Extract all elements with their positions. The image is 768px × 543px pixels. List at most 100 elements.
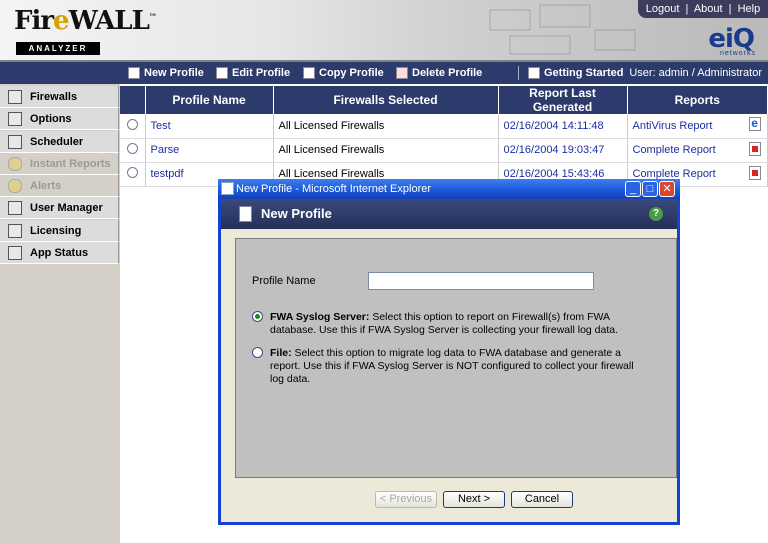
eiq-brand-subtitle: networks: [719, 50, 756, 57]
logo-text-1: Fir: [14, 6, 54, 36]
next-button[interactable]: Next >: [443, 491, 505, 508]
fwa-syslog-option[interactable]: FWA Syslog Server: Select this option to…: [252, 311, 652, 339]
report-generated-link[interactable]: 02/16/2004 19:03:47: [498, 138, 628, 163]
dialog-header: New Profile ?: [221, 199, 677, 229]
sidebar-item-label: Scheduler: [30, 135, 84, 148]
table-header-row: Profile Name Firewalls Selected Report L…: [120, 86, 768, 114]
dialog-title: New Profile: [261, 206, 332, 221]
profile-name-input[interactable]: [368, 272, 594, 290]
dialog-window-title: New Profile - Microsoft Internet Explore…: [236, 183, 432, 195]
select-column-header: [120, 86, 146, 114]
firewall-icon: [8, 89, 22, 104]
new-document-icon: [128, 67, 140, 79]
about-link[interactable]: About: [694, 3, 723, 15]
firewalls-selected: All Licensed Firewalls: [273, 138, 499, 163]
column-header: Profile Name: [145, 86, 274, 114]
logo-subtitle: ANALYZER: [16, 42, 100, 55]
row-select-radio[interactable]: [126, 118, 138, 130]
pdf-report-icon[interactable]: [749, 165, 762, 180]
maximize-button[interactable]: □: [642, 181, 658, 197]
table-row: Parse All Licensed Firewalls 02/16/2004 …: [120, 138, 768, 163]
keyboard-graphic-icon: [489, 4, 636, 55]
file-option[interactable]: File: Select this option to migrate log …: [252, 347, 652, 385]
options-icon: [8, 111, 22, 126]
fwa-syslog-option-title: FWA Syslog Server:: [270, 311, 370, 323]
sidebar-item-app-status[interactable]: App Status: [0, 242, 119, 264]
profile-name-label: Profile Name: [252, 275, 316, 287]
column-header: Report Last Generated: [498, 86, 628, 114]
getting-started-label: Getting Started: [544, 67, 624, 79]
firewalls-selected: All Licensed Firewalls: [273, 114, 499, 139]
sidebar-item-firewalls[interactable]: Firewalls: [0, 86, 119, 108]
key-icon: [8, 223, 22, 238]
logo-text-e: e: [53, 6, 70, 36]
sidebar-item-label: App Status: [30, 246, 89, 259]
copy-icon: [303, 67, 315, 79]
ie-window-icon: [221, 182, 234, 195]
file-option-title: File:: [270, 347, 292, 359]
sidebar-item-alerts: Alerts: [0, 175, 119, 197]
bell-icon: [8, 178, 22, 193]
sidebar-item-scheduler[interactable]: Scheduler: [0, 131, 119, 153]
user-info: User: admin / Administrator: [629, 67, 762, 79]
copy-profile-button[interactable]: Copy Profile: [303, 66, 384, 80]
ie-report-icon[interactable]: [749, 116, 762, 132]
report-link[interactable]: Complete Report: [627, 138, 744, 163]
close-button[interactable]: ✕: [659, 181, 675, 197]
logout-link[interactable]: Logout: [646, 3, 680, 15]
sidebar-item-label: Licensing: [30, 224, 82, 237]
document-icon: [239, 206, 252, 222]
row-select-radio[interactable]: [126, 167, 138, 178]
edit-icon: [216, 67, 228, 79]
sidebar-item-label: Instant Reports: [30, 157, 111, 170]
column-header: Firewalls Selected: [273, 86, 499, 114]
pdf-report-icon[interactable]: [749, 141, 762, 156]
report-generated-link[interactable]: 02/16/2004 14:11:48: [498, 114, 628, 139]
new-profile-button[interactable]: New Profile: [128, 66, 204, 80]
profile-name-link[interactable]: Test: [145, 114, 274, 139]
sidebar-item-label: Options: [30, 112, 72, 125]
sidebar-item-options[interactable]: Options: [0, 108, 119, 130]
edit-profile-label: Edit Profile: [232, 67, 291, 79]
top-links: Logout | About | Help: [638, 0, 768, 18]
row-select-radio[interactable]: [126, 143, 138, 154]
report-link[interactable]: AntiVirus Report: [627, 114, 744, 139]
sidebar-item-label: User Manager: [30, 201, 103, 214]
fwa-syslog-radio[interactable]: [252, 311, 263, 322]
delete-profile-label: Delete Profile: [412, 67, 483, 79]
sidebar-item-licensing[interactable]: Licensing: [0, 220, 119, 242]
link-separator: |: [728, 3, 732, 15]
scheduler-icon: [8, 134, 22, 149]
column-header: Reports: [627, 86, 768, 114]
instant-reports-icon: [8, 156, 22, 171]
table-row: Test All Licensed Firewalls 02/16/2004 1…: [120, 114, 768, 139]
link-separator: |: [685, 3, 689, 15]
help-icon[interactable]: ?: [649, 207, 663, 221]
sidebar-item-label: Alerts: [30, 179, 62, 192]
profiles-table: Profile Name Firewalls Selected Report L…: [120, 86, 768, 187]
copy-profile-label: Copy Profile: [319, 67, 384, 79]
firewall-analyzer-logo: FireWALL™ ANALYZER: [14, 6, 157, 58]
delete-profile-button[interactable]: Delete Profile: [396, 66, 482, 80]
getting-started-icon: [528, 67, 540, 79]
help-link[interactable]: Help: [738, 3, 761, 15]
new-profile-dialog: New Profile - Microsoft Internet Explore…: [218, 179, 680, 525]
sidebar-item-instant-reports: Instant Reports: [0, 153, 119, 175]
cancel-button[interactable]: Cancel: [511, 491, 573, 508]
sidebar-item-user-manager[interactable]: User Manager: [0, 197, 119, 219]
sidebar: Firewalls Options Scheduler Instant Repo…: [0, 84, 120, 543]
sidebar-item-label: Firewalls: [30, 90, 78, 103]
dialog-titlebar: New Profile - Microsoft Internet Explore…: [218, 179, 680, 199]
profile-name-link[interactable]: Parse: [145, 138, 274, 163]
profile-form-panel: Profile Name FWA Syslog Server: Select t…: [235, 238, 677, 478]
getting-started-button[interactable]: Getting Started: [528, 66, 623, 80]
minimize-button[interactable]: _: [625, 181, 641, 197]
new-profile-label: New Profile: [144, 67, 204, 79]
user-manager-icon: [8, 200, 22, 215]
file-radio[interactable]: [252, 347, 263, 358]
edit-profile-button[interactable]: Edit Profile: [216, 66, 290, 80]
toolbar: New Profile Edit Profile Copy Profile De…: [0, 62, 768, 84]
file-option-description: Select this option to migrate log data t…: [270, 347, 634, 385]
logo-tm: ™: [148, 11, 157, 22]
toolbar-divider: [518, 66, 519, 80]
